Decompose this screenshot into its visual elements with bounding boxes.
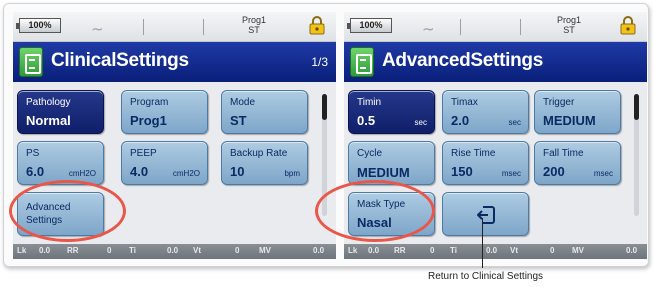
monitor-value: 0.0 xyxy=(313,246,325,255)
tile-unit: sec xyxy=(414,118,427,127)
status-bar: 100% ∼ Prog1 ST xyxy=(344,12,647,42)
divider xyxy=(143,19,144,35)
monitor-value: 0 xyxy=(550,246,555,255)
scrollbar-thumb[interactable] xyxy=(634,94,639,120)
tile-label: Program xyxy=(130,97,169,108)
monitor-label: MV xyxy=(572,246,584,255)
tile-label: Trigger xyxy=(543,97,575,108)
program-mode: ST xyxy=(563,25,575,35)
monitor-label: Vt xyxy=(510,246,518,255)
monitor-value: 0.0 xyxy=(486,246,498,255)
tile-value: 0.5 xyxy=(357,113,376,128)
tile-value: ST xyxy=(230,113,247,128)
tile-value: 150 xyxy=(451,164,473,179)
tile-label: Cycle xyxy=(357,148,383,159)
highlight-ring xyxy=(9,180,126,242)
trigger-tile[interactable]: Trigger MEDIUM xyxy=(534,90,621,134)
tile-label: PS xyxy=(26,148,40,159)
rise-time-tile[interactable]: Rise Time 150 msec xyxy=(442,141,529,185)
scrollbar-thumb[interactable] xyxy=(322,94,327,120)
timin-tile[interactable]: Timin 0.5 sec xyxy=(348,90,435,134)
page-indicator: 1/3 xyxy=(311,55,328,69)
tile-label: Pathology xyxy=(26,97,71,108)
tile-label: PEEP xyxy=(130,148,157,159)
monitor-label: RR xyxy=(394,246,406,255)
monitor-bar: Lk 0.0 RR 0 Ti 0.0 Vt 0 MV 0.0 xyxy=(13,244,336,259)
tile-unit: msec xyxy=(501,169,521,178)
tile-value: MEDIUM xyxy=(543,113,596,128)
tile-value: 200 xyxy=(543,164,565,179)
ps-tile[interactable]: PS 6.0 cmH2O xyxy=(17,141,104,185)
tile-label: Timax xyxy=(451,97,478,108)
tile-value: 6.0 xyxy=(26,164,45,179)
monitor-label: Ti xyxy=(450,246,457,255)
monitor-label: Vt xyxy=(193,246,201,255)
timax-tile[interactable]: Timax 2.0 sec xyxy=(442,90,529,134)
tile-value: Prog1 xyxy=(130,113,167,128)
cycle-tile[interactable]: Cycle MEDIUM xyxy=(348,141,435,185)
tile-value: Normal xyxy=(26,113,71,128)
tile-label: Fall Time xyxy=(543,148,584,159)
monitor-label: Ti xyxy=(129,246,136,255)
monitor-value: 0 xyxy=(430,246,435,255)
monitor-value: 0 xyxy=(235,246,240,255)
tile-unit: bpm xyxy=(284,169,300,178)
monitor-bar: Lk 0.0 RR 0 Ti 0.0 Vt 0 MV 0.0 xyxy=(344,244,647,259)
program-name: Prog1 xyxy=(556,15,582,25)
program-name: Prog1 xyxy=(241,15,267,25)
pathology-tile[interactable]: Pathology Normal xyxy=(17,90,104,134)
monitor-value: 0.0 xyxy=(368,246,380,255)
program-mode: ST xyxy=(248,25,260,35)
wave-icon: ∼ xyxy=(91,21,104,38)
settings-icon xyxy=(350,47,374,77)
peep-tile[interactable]: PEEP 4.0 cmH2O xyxy=(121,141,208,185)
monitor-value: 0.0 xyxy=(167,246,179,255)
tile-label: Timin xyxy=(357,97,382,108)
program-indicator: Prog1 ST xyxy=(554,15,584,35)
status-bar: 100% ∼ Prog1 ST xyxy=(13,12,336,42)
tile-label: Backup Rate xyxy=(230,148,288,159)
tile-value: 10 xyxy=(230,164,245,179)
backup-rate-tile[interactable]: Backup Rate 10 bpm xyxy=(221,141,308,185)
monitor-value: 0.0 xyxy=(626,246,638,255)
settings-icon xyxy=(19,47,43,77)
lock-icon xyxy=(309,16,325,35)
callout-line xyxy=(482,218,483,268)
tile-unit: cmH2O xyxy=(172,169,200,178)
monitor-label: MV xyxy=(259,246,271,255)
highlight-ring xyxy=(315,180,435,242)
tile-unit: cmH2O xyxy=(68,169,96,178)
tile-label: Rise Time xyxy=(451,148,496,159)
tile-unit: sec xyxy=(508,118,521,127)
divider xyxy=(203,19,204,35)
lock-icon xyxy=(620,16,636,35)
mode-tile[interactable]: Mode ST xyxy=(221,90,308,134)
monitor-label: Lk xyxy=(17,246,27,255)
return-button[interactable] xyxy=(442,192,529,236)
monitor-value: 0 xyxy=(107,246,112,255)
tile-value: 2.0 xyxy=(451,113,470,128)
callout-caption: Return to Clinical Settings xyxy=(428,271,544,282)
tile-value: MEDIUM xyxy=(357,168,410,178)
screen-title: ClinicalSettings xyxy=(51,50,189,71)
wave-icon: ∼ xyxy=(422,21,435,38)
screen-title: AdvancedSettings xyxy=(382,50,543,71)
return-icon xyxy=(477,206,495,224)
monitor-label: RR xyxy=(67,246,79,255)
monitor-label: Lk xyxy=(348,246,358,255)
tile-label: Mode xyxy=(230,97,256,108)
tile-value: 4.0 xyxy=(130,164,149,179)
battery-icon: 100% xyxy=(16,18,61,33)
monitor-value: 0.0 xyxy=(39,246,51,255)
divider xyxy=(520,19,521,35)
battery-icon: 100% xyxy=(347,18,392,33)
program-indicator: Prog1 ST xyxy=(239,15,269,35)
tile-unit: msec xyxy=(593,169,613,178)
program-tile[interactable]: Program Prog1 xyxy=(121,90,208,134)
scrollbar[interactable] xyxy=(634,94,639,216)
title-bar: ClinicalSettings 1/3 xyxy=(13,42,336,82)
divider xyxy=(460,19,461,35)
title-bar: AdvancedSettings xyxy=(344,42,647,82)
fall-time-tile[interactable]: Fall Time 200 msec xyxy=(534,141,621,185)
